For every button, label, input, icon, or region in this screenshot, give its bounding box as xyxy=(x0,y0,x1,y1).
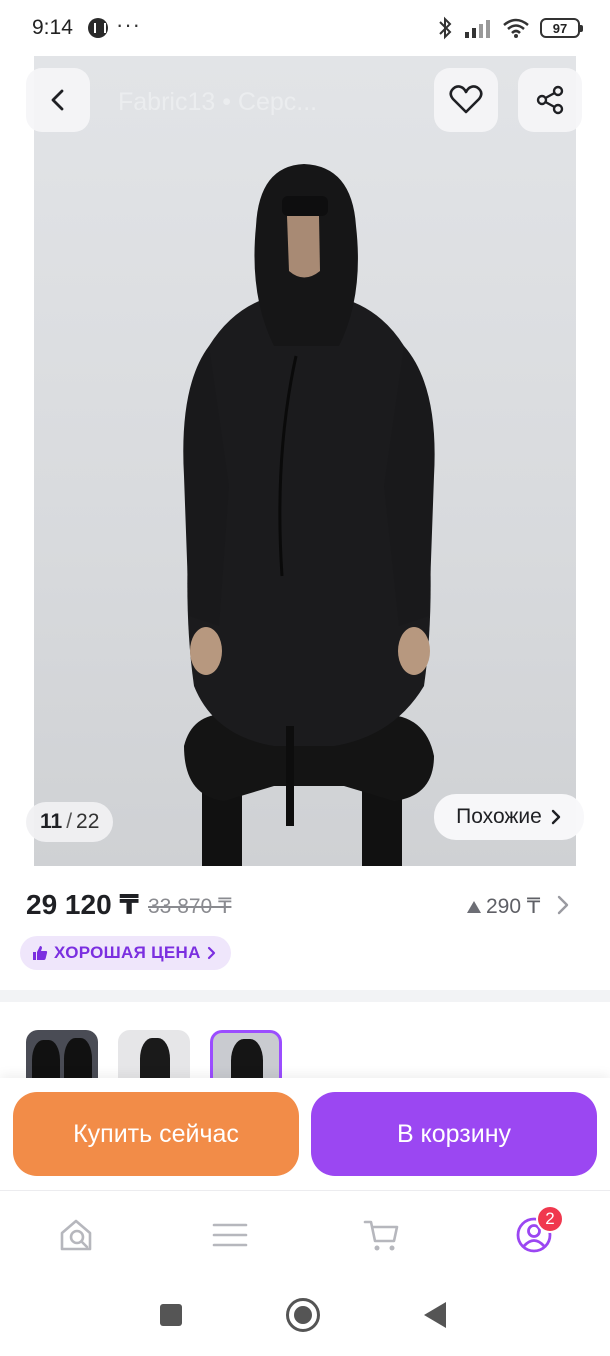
battery-indicator: 97 xyxy=(540,18,583,38)
share-icon xyxy=(536,85,564,115)
similar-products-button[interactable]: Похожие xyxy=(434,794,584,840)
nav-cart-button[interactable] xyxy=(362,1215,402,1255)
chevron-right-icon xyxy=(551,809,561,825)
buy-now-button[interactable]: Купить сейчас xyxy=(13,1092,299,1176)
purchase-action-bar: Купить сейчас В корзину xyxy=(0,1078,610,1190)
bonus-points[interactable]: 290 ₸ xyxy=(466,894,540,919)
wifi-icon xyxy=(503,18,529,38)
nav-home-button[interactable] xyxy=(56,1215,96,1255)
heart-icon xyxy=(449,85,483,114)
gallery-total-count: 22 xyxy=(76,810,100,833)
similar-products-label: Похожие xyxy=(456,805,542,828)
recent-apps-button[interactable] xyxy=(160,1304,182,1326)
nav-catalog-button[interactable] xyxy=(210,1215,250,1255)
section-divider xyxy=(0,990,610,1002)
back-icon xyxy=(51,89,64,111)
product-gallery[interactable]: Fabric13 • Серс... 11 / 22 Похожие xyxy=(0,56,610,866)
price-section: 29 120 ₸ 33 870 ₸ 290 ₸ ХОРОШАЯ ЦЕНА xyxy=(0,866,610,990)
gallery-counter-separator: / xyxy=(66,810,73,833)
old-price: 33 870 ₸ xyxy=(148,895,232,918)
product-photo[interactable] xyxy=(34,56,576,866)
chevron-right-icon[interactable] xyxy=(556,894,570,916)
bluetooth-icon xyxy=(439,16,452,40)
bonus-points-value: 290 ₸ xyxy=(486,895,541,918)
system-navigation-bar xyxy=(0,1280,610,1356)
gallery-current-index: 11 xyxy=(40,810,63,833)
catalog-icon xyxy=(212,1223,248,1247)
status-icons: 97 xyxy=(436,14,583,42)
cart-icon xyxy=(363,1220,399,1251)
good-price-badge[interactable]: ХОРОШАЯ ЦЕНА xyxy=(20,936,231,970)
product-photo-illustration xyxy=(183,164,435,866)
app-notification-icon xyxy=(88,18,108,38)
more-notifications-icon: ··· xyxy=(116,12,141,37)
bottom-navigation: 2 xyxy=(0,1190,610,1280)
status-bar: 9:14 ··· 97 xyxy=(0,0,610,56)
signal-icon xyxy=(465,20,490,38)
triangle-up-icon xyxy=(467,900,481,913)
status-time: 9:14 xyxy=(32,16,73,39)
system-home-button[interactable] xyxy=(286,1298,320,1332)
current-price: 29 120 ₸ xyxy=(26,889,139,920)
product-title-overlay: Fabric13 • Серс... xyxy=(118,88,318,116)
add-to-cart-button[interactable]: В корзину xyxy=(311,1092,597,1176)
system-back-button[interactable] xyxy=(424,1302,446,1328)
share-button[interactable] xyxy=(518,68,582,132)
home-search-icon xyxy=(60,1219,92,1251)
chevron-right-icon xyxy=(207,946,215,960)
back-button[interactable] xyxy=(26,68,90,132)
favorite-button[interactable] xyxy=(434,68,498,132)
thumbs-up-icon xyxy=(33,946,48,960)
good-price-label: ХОРОШАЯ ЦЕНА xyxy=(54,943,201,962)
profile-notification-badge: 2 xyxy=(536,1205,564,1233)
gallery-counter: 11 / 22 xyxy=(26,802,114,842)
